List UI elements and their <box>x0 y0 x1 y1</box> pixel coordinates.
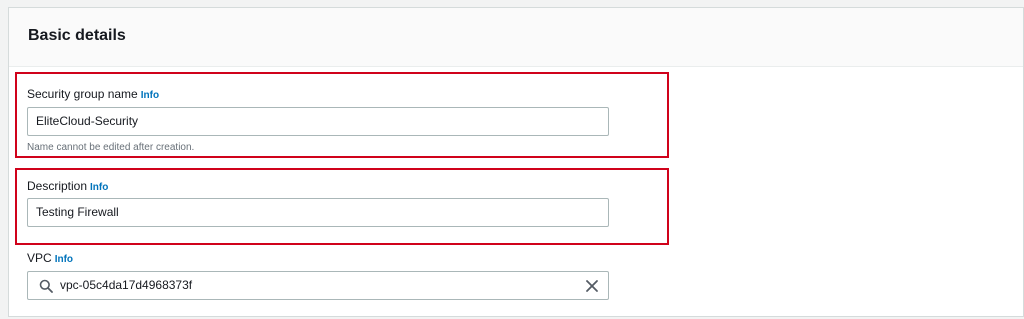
description-info-link[interactable]: Info <box>90 182 108 193</box>
security-group-name-hint: Name cannot be edited after creation. <box>27 142 195 153</box>
panel-header: Basic details <box>9 8 1023 67</box>
vpc-label-text: VPC <box>27 251 52 265</box>
security-group-name-info-link[interactable]: Info <box>141 90 159 101</box>
close-icon[interactable] <box>585 279 599 293</box>
description-value: Testing Firewall <box>36 205 119 219</box>
search-icon <box>39 279 53 293</box>
security-group-name-input[interactable]: EliteCloud-Security <box>27 107 609 136</box>
security-group-name-label-text: Security group name <box>27 87 138 101</box>
description-input[interactable]: Testing Firewall <box>27 198 609 227</box>
vpc-label: VPC Info <box>27 251 73 265</box>
security-group-name-label: Security group name Info <box>27 87 159 101</box>
vpc-select[interactable]: vpc-05c4da17d4968373f <box>27 271 609 300</box>
security-group-name-value: EliteCloud-Security <box>36 114 139 128</box>
vpc-value: vpc-05c4da17d4968373f <box>60 278 193 292</box>
description-label-text: Description <box>27 179 88 193</box>
vpc-info-link[interactable]: Info <box>55 254 73 265</box>
description-label: Description Info <box>27 179 108 193</box>
panel-title: Basic details <box>28 27 126 44</box>
